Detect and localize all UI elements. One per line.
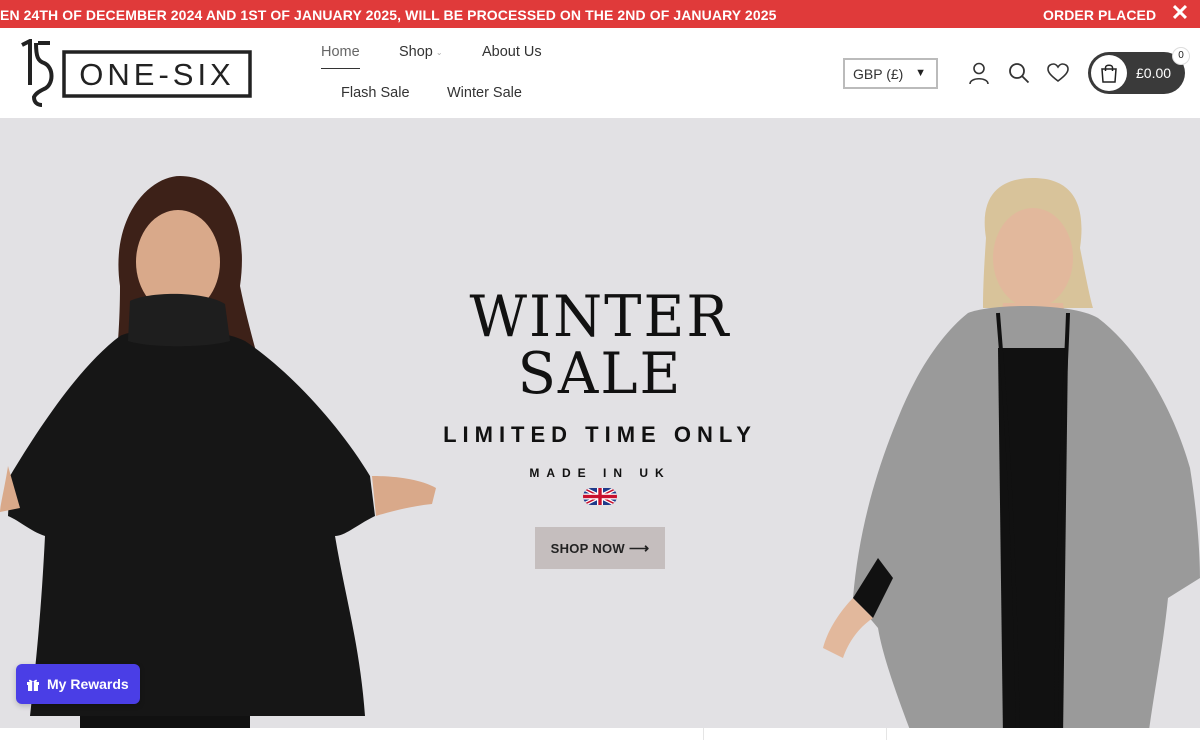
account-button[interactable] xyxy=(967,61,991,85)
search-icon xyxy=(1009,63,1030,84)
model-left-illustration xyxy=(0,176,436,728)
shop-now-button[interactable]: SHOP NOW ⟶ xyxy=(535,527,665,569)
brand-logo[interactable]: ONE-SIX xyxy=(14,37,254,109)
nav-shop-label: Shop xyxy=(399,44,433,60)
divider xyxy=(703,728,704,740)
wishlist-button[interactable] xyxy=(1046,61,1070,85)
content-strip xyxy=(0,728,1200,740)
currency-value: GBP (£) xyxy=(853,65,904,82)
arrow-right-icon: ⟶ xyxy=(629,539,650,556)
announcement-ticker: EN 24TH OF DECEMBER 2024 AND 1ST OF JANU… xyxy=(0,7,1200,23)
chevron-down-icon: ⌄ xyxy=(435,48,443,57)
shopping-bag-icon xyxy=(1101,64,1117,83)
uk-flag-icon xyxy=(583,488,617,505)
user-icon xyxy=(969,62,989,85)
shop-now-label: SHOP NOW xyxy=(550,540,625,556)
nav-flash-sale[interactable]: Flash Sale xyxy=(341,85,410,101)
model-right-illustration xyxy=(823,178,1200,728)
currency-selector[interactable]: GBP (£) ▼ xyxy=(843,58,938,89)
model-black-poncho-image xyxy=(0,176,440,728)
cart-total: £0.00 xyxy=(1136,65,1172,81)
my-rewards-label: My Rewards xyxy=(47,676,129,692)
close-icon[interactable]: ✕ xyxy=(1171,2,1189,24)
model-grey-cardigan-image xyxy=(818,178,1200,728)
nav-winter-sale[interactable]: Winter Sale xyxy=(447,85,522,101)
cart-count-badge: 0 xyxy=(1172,47,1190,65)
cart-button[interactable]: £0.00 0 xyxy=(1088,47,1190,94)
nav-about-us[interactable]: About Us xyxy=(482,44,542,60)
nav-home[interactable]: Home xyxy=(321,44,360,69)
hero-headline-line1: WINTER xyxy=(469,283,731,351)
announcement-text: EN 24TH OF DECEMBER 2024 AND 1ST OF JANU… xyxy=(0,7,777,23)
logo-text: ONE-SIX xyxy=(79,57,234,92)
announcement-close-button[interactable]: ✕ xyxy=(1160,0,1200,28)
dropdown-arrow-icon: ▼ xyxy=(915,67,926,79)
hero-headline-line2: SALE xyxy=(517,340,683,408)
hero-subheading: LIMITED TIME ONLY xyxy=(443,422,757,447)
logo-graphic: ONE-SIX xyxy=(21,37,252,107)
gift-icon xyxy=(27,679,39,691)
site-header: ONE-SIX Home Shop ⌄ About Us Flash Sale W… xyxy=(0,28,1200,118)
announcement-bar: EN 24TH OF DECEMBER 2024 AND 1ST OF JANU… xyxy=(0,0,1200,28)
hero-made-in: MADE IN UK xyxy=(529,466,671,480)
hero-headline: WINTER SALE xyxy=(450,283,750,408)
cart-bag-holder xyxy=(1091,55,1127,91)
nav-shop[interactable]: Shop ⌄ xyxy=(399,44,443,60)
hero-banner[interactable]: WINTER SALE LIMITED TIME ONLY MADE IN UK… xyxy=(0,118,1200,728)
heart-icon xyxy=(1047,63,1069,83)
search-button[interactable] xyxy=(1007,61,1031,85)
my-rewards-button[interactable]: My Rewards xyxy=(16,664,140,704)
divider xyxy=(886,728,887,740)
